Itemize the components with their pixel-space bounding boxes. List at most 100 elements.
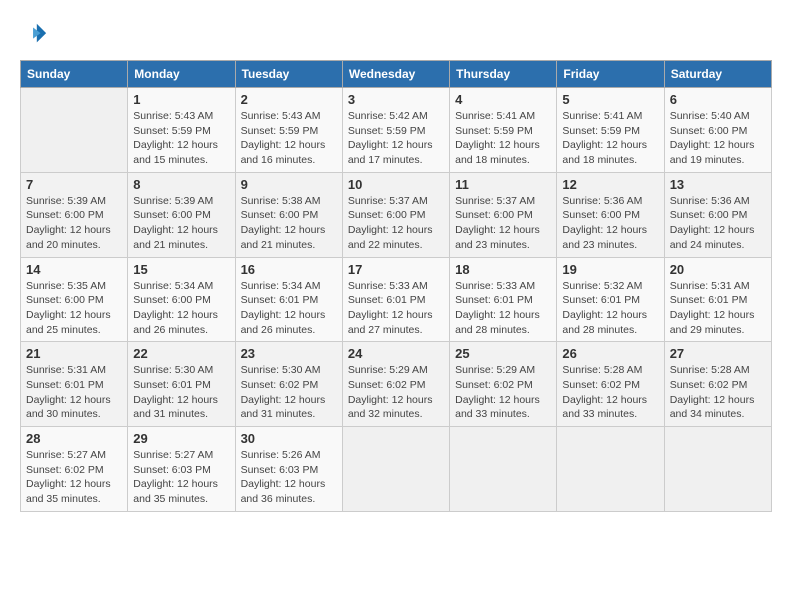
calendar-cell: 19 Sunrise: 5:32 AM Sunset: 6:01 PM Dayli…: [557, 257, 664, 342]
day-number: 19: [562, 262, 658, 277]
day-number: 29: [133, 431, 229, 446]
weekday-header-row: SundayMondayTuesdayWednesdayThursdayFrid…: [21, 61, 772, 88]
day-number: 10: [348, 177, 444, 192]
day-number: 23: [241, 346, 337, 361]
day-info: Sunrise: 5:27 AM Sunset: 6:02 PM Dayligh…: [26, 448, 122, 507]
day-number: 13: [670, 177, 766, 192]
calendar-cell: 14 Sunrise: 5:35 AM Sunset: 6:00 PM Dayli…: [21, 257, 128, 342]
calendar-cell: 24Sunrise: 5:29 AM Sunset: 6:02 PM Dayli…: [342, 342, 449, 427]
day-info: Sunrise: 5:34 AM Sunset: 6:00 PM Dayligh…: [133, 279, 229, 338]
day-number: 2: [241, 92, 337, 107]
day-info: Sunrise: 5:43 AM Sunset: 5:59 PM Dayligh…: [133, 109, 229, 168]
calendar-cell: 13 Sunrise: 5:36 AM Sunset: 6:00 PM Dayli…: [664, 172, 771, 257]
calendar-cell: 6 Sunrise: 5:40 AM Sunset: 6:00 PM Daylig…: [664, 88, 771, 173]
day-info: Sunrise: 5:39 AM Sunset: 6:00 PM Dayligh…: [26, 194, 122, 253]
week-row-3: 14 Sunrise: 5:35 AM Sunset: 6:00 PM Dayli…: [21, 257, 772, 342]
calendar-cell: 17 Sunrise: 5:33 AM Sunset: 6:01 PM Dayli…: [342, 257, 449, 342]
calendar-cell: 5 Sunrise: 5:41 AM Sunset: 5:59 PM Daylig…: [557, 88, 664, 173]
day-number: 17: [348, 262, 444, 277]
calendar-cell: 18 Sunrise: 5:33 AM Sunset: 6:01 PM Dayli…: [450, 257, 557, 342]
calendar-cell: 11Sunrise: 5:37 AM Sunset: 6:00 PM Dayli…: [450, 172, 557, 257]
weekday-header-tuesday: Tuesday: [235, 61, 342, 88]
day-number: 5: [562, 92, 658, 107]
calendar-cell: 1 Sunrise: 5:43 AM Sunset: 5:59 PM Daylig…: [128, 88, 235, 173]
day-info: Sunrise: 5:34 AM Sunset: 6:01 PM Dayligh…: [241, 279, 337, 338]
day-info: Sunrise: 5:27 AM Sunset: 6:03 PM Dayligh…: [133, 448, 229, 507]
week-row-5: 28 Sunrise: 5:27 AM Sunset: 6:02 PM Dayli…: [21, 427, 772, 512]
day-number: 14: [26, 262, 122, 277]
day-number: 9: [241, 177, 337, 192]
weekday-header-monday: Monday: [128, 61, 235, 88]
day-info: Sunrise: 5:32 AM Sunset: 6:01 PM Dayligh…: [562, 279, 658, 338]
calendar-cell: 15Sunrise: 5:34 AM Sunset: 6:00 PM Dayli…: [128, 257, 235, 342]
calendar-cell: 2 Sunrise: 5:43 AM Sunset: 5:59 PM Daylig…: [235, 88, 342, 173]
weekday-header-wednesday: Wednesday: [342, 61, 449, 88]
day-info: Sunrise: 5:43 AM Sunset: 5:59 PM Dayligh…: [241, 109, 337, 168]
calendar-cell: 7 Sunrise: 5:39 AM Sunset: 6:00 PM Daylig…: [21, 172, 128, 257]
calendar-cell: 8Sunrise: 5:39 AM Sunset: 6:00 PM Daylig…: [128, 172, 235, 257]
day-number: 12: [562, 177, 658, 192]
weekday-header-sunday: Sunday: [21, 61, 128, 88]
weekday-header-friday: Friday: [557, 61, 664, 88]
day-info: Sunrise: 5:26 AM Sunset: 6:03 PM Dayligh…: [241, 448, 337, 507]
day-info: Sunrise: 5:42 AM Sunset: 5:59 PM Dayligh…: [348, 109, 444, 168]
calendar-cell: 21 Sunrise: 5:31 AM Sunset: 6:01 PM Dayli…: [21, 342, 128, 427]
day-number: 16: [241, 262, 337, 277]
weekday-header-saturday: Saturday: [664, 61, 771, 88]
calendar-cell: 28 Sunrise: 5:27 AM Sunset: 6:02 PM Dayli…: [21, 427, 128, 512]
day-info: Sunrise: 5:36 AM Sunset: 6:00 PM Dayligh…: [670, 194, 766, 253]
day-info: Sunrise: 5:35 AM Sunset: 6:00 PM Dayligh…: [26, 279, 122, 338]
calendar-table: SundayMondayTuesdayWednesdayThursdayFrid…: [20, 60, 772, 512]
day-info: Sunrise: 5:38 AM Sunset: 6:00 PM Dayligh…: [241, 194, 337, 253]
calendar-cell: [450, 427, 557, 512]
day-number: 7: [26, 177, 122, 192]
day-info: Sunrise: 5:37 AM Sunset: 6:00 PM Dayligh…: [348, 194, 444, 253]
calendar-cell: [557, 427, 664, 512]
day-number: 6: [670, 92, 766, 107]
day-number: 20: [670, 262, 766, 277]
calendar-cell: 20 Sunrise: 5:31 AM Sunset: 6:01 PM Dayli…: [664, 257, 771, 342]
day-info: Sunrise: 5:29 AM Sunset: 6:02 PM Dayligh…: [455, 363, 551, 422]
week-row-1: 1 Sunrise: 5:43 AM Sunset: 5:59 PM Daylig…: [21, 88, 772, 173]
day-info: Sunrise: 5:41 AM Sunset: 5:59 PM Dayligh…: [455, 109, 551, 168]
day-number: 21: [26, 346, 122, 361]
day-info: Sunrise: 5:33 AM Sunset: 6:01 PM Dayligh…: [348, 279, 444, 338]
day-number: 25: [455, 346, 551, 361]
day-info: Sunrise: 5:41 AM Sunset: 5:59 PM Dayligh…: [562, 109, 658, 168]
day-info: Sunrise: 5:28 AM Sunset: 6:02 PM Dayligh…: [670, 363, 766, 422]
calendar-cell: 25 Sunrise: 5:29 AM Sunset: 6:02 PM Dayli…: [450, 342, 557, 427]
day-info: Sunrise: 5:33 AM Sunset: 6:01 PM Dayligh…: [455, 279, 551, 338]
day-number: 28: [26, 431, 122, 446]
day-info: Sunrise: 5:36 AM Sunset: 6:00 PM Dayligh…: [562, 194, 658, 253]
day-info: Sunrise: 5:39 AM Sunset: 6:00 PM Dayligh…: [133, 194, 229, 253]
calendar-cell: 12 Sunrise: 5:36 AM Sunset: 6:00 PM Dayli…: [557, 172, 664, 257]
calendar-cell: 23 Sunrise: 5:30 AM Sunset: 6:02 PM Dayli…: [235, 342, 342, 427]
calendar-cell: 26Sunrise: 5:28 AM Sunset: 6:02 PM Dayli…: [557, 342, 664, 427]
week-row-4: 21 Sunrise: 5:31 AM Sunset: 6:01 PM Dayli…: [21, 342, 772, 427]
day-number: 4: [455, 92, 551, 107]
calendar-cell: 10 Sunrise: 5:37 AM Sunset: 6:00 PM Dayli…: [342, 172, 449, 257]
day-number: 27: [670, 346, 766, 361]
day-info: Sunrise: 5:28 AM Sunset: 6:02 PM Dayligh…: [562, 363, 658, 422]
day-info: Sunrise: 5:31 AM Sunset: 6:01 PM Dayligh…: [670, 279, 766, 338]
logo-icon: [20, 20, 48, 48]
calendar-cell: 22 Sunrise: 5:30 AM Sunset: 6:01 PM Dayli…: [128, 342, 235, 427]
day-info: Sunrise: 5:30 AM Sunset: 6:02 PM Dayligh…: [241, 363, 337, 422]
day-number: 18: [455, 262, 551, 277]
calendar-cell: 29 Sunrise: 5:27 AM Sunset: 6:03 PM Dayli…: [128, 427, 235, 512]
day-number: 11: [455, 177, 551, 192]
calendar-cell: 3 Sunrise: 5:42 AM Sunset: 5:59 PM Daylig…: [342, 88, 449, 173]
day-number: 1: [133, 92, 229, 107]
week-row-2: 7 Sunrise: 5:39 AM Sunset: 6:00 PM Daylig…: [21, 172, 772, 257]
day-info: Sunrise: 5:30 AM Sunset: 6:01 PM Dayligh…: [133, 363, 229, 422]
calendar-cell: 30Sunrise: 5:26 AM Sunset: 6:03 PM Dayli…: [235, 427, 342, 512]
calendar-cell: [342, 427, 449, 512]
logo: [20, 20, 52, 48]
calendar-cell: 9 Sunrise: 5:38 AM Sunset: 6:00 PM Daylig…: [235, 172, 342, 257]
calendar-cell: [21, 88, 128, 173]
day-number: 3: [348, 92, 444, 107]
day-info: Sunrise: 5:40 AM Sunset: 6:00 PM Dayligh…: [670, 109, 766, 168]
day-info: Sunrise: 5:31 AM Sunset: 6:01 PM Dayligh…: [26, 363, 122, 422]
day-number: 22: [133, 346, 229, 361]
calendar-cell: 27 Sunrise: 5:28 AM Sunset: 6:02 PM Dayli…: [664, 342, 771, 427]
